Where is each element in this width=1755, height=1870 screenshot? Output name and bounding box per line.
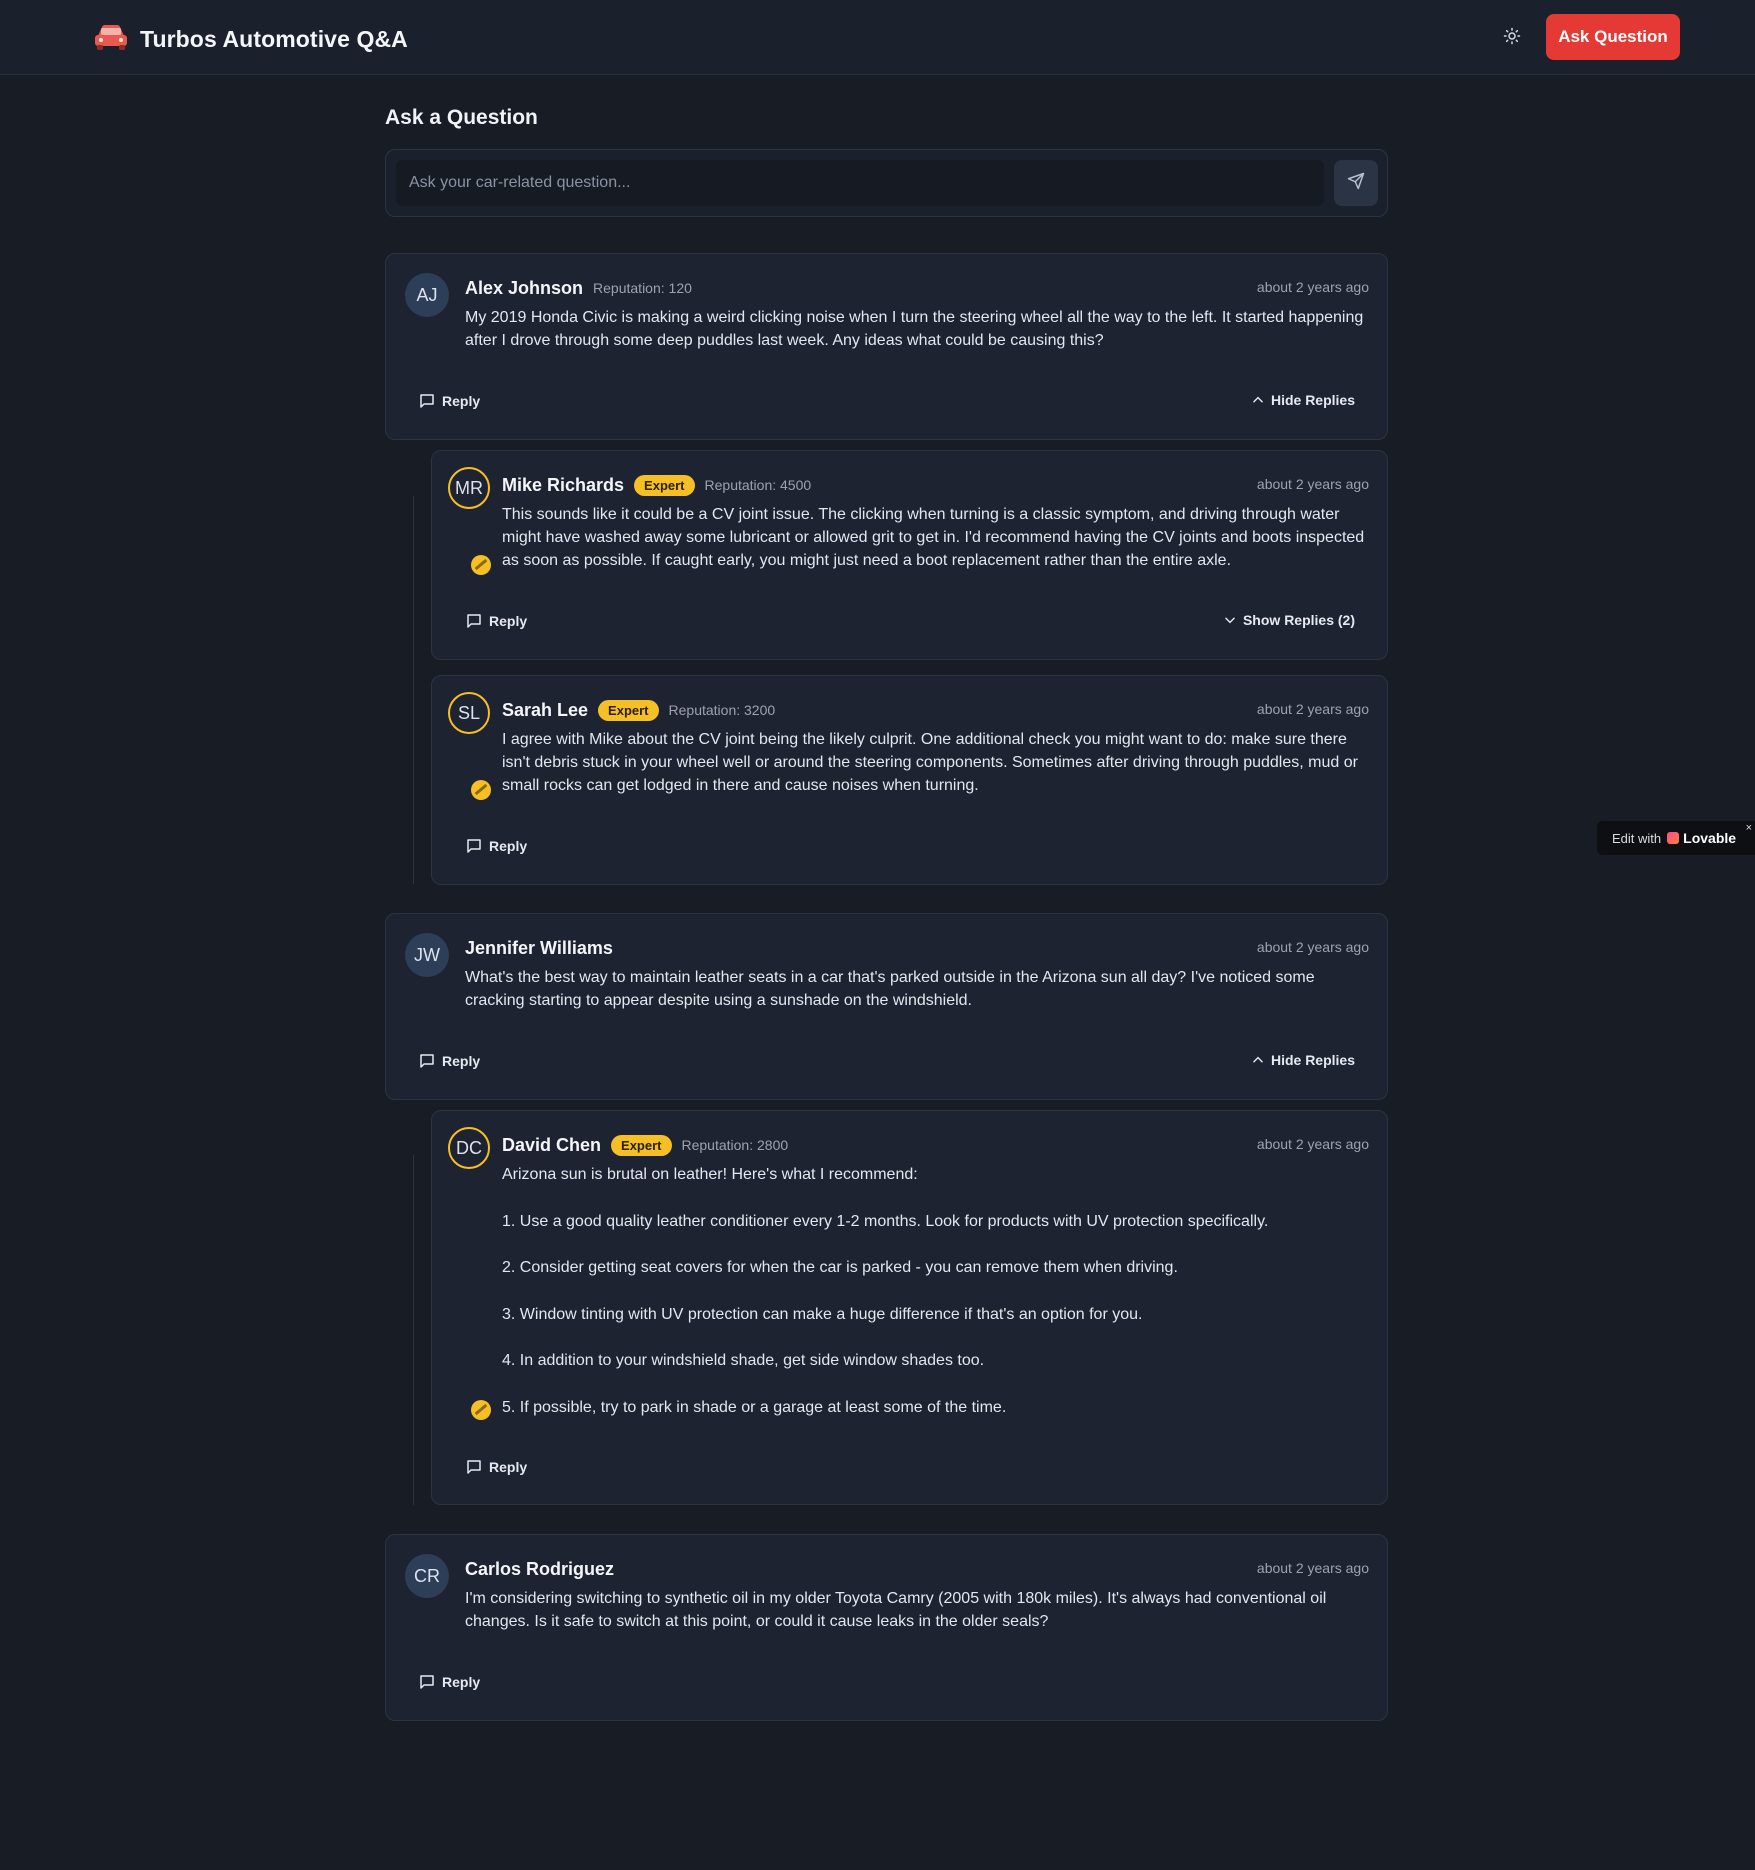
timestamp: about 2 years ago bbox=[1256, 701, 1369, 717]
timestamp: about 2 years ago bbox=[1256, 476, 1369, 492]
reply-card: MR Mike Richards Expert Reputation: 4500… bbox=[431, 450, 1388, 660]
author-row: Alex Johnson Reputation: 120 bbox=[465, 276, 692, 300]
reply-paragraph: 4. In addition to your windshield shade,… bbox=[502, 1352, 985, 1369]
send-icon bbox=[1347, 172, 1365, 195]
close-icon[interactable]: × bbox=[1746, 822, 1752, 834]
question-text: What's the best way to maintain leather … bbox=[465, 969, 1315, 1009]
author-name[interactable]: Alex Johnson bbox=[465, 278, 583, 299]
thread-line bbox=[413, 496, 414, 884]
thread-line bbox=[413, 1155, 414, 1505]
reply-paragraph: 1. Use a good quality leather conditione… bbox=[502, 1212, 1269, 1230]
expert-medal-icon bbox=[471, 555, 491, 575]
chevron-up-icon bbox=[1253, 396, 1263, 403]
reply-text: This sounds like it could be a CV joint … bbox=[502, 506, 1365, 569]
avatar: JW bbox=[405, 933, 449, 977]
expert-badge: Expert bbox=[598, 699, 659, 721]
timestamp: about 2 years ago bbox=[1256, 1136, 1369, 1152]
hide-replies-label: Hide Replies bbox=[1270, 1052, 1355, 1068]
message-icon bbox=[467, 1460, 481, 1474]
reply-button[interactable]: Reply bbox=[465, 612, 527, 630]
author-name[interactable]: David Chen bbox=[502, 1135, 601, 1156]
reply-label: Reply bbox=[442, 393, 481, 409]
author-name[interactable]: Mike Richards bbox=[502, 475, 624, 496]
timestamp: about 2 years ago bbox=[1256, 279, 1369, 295]
expert-badge: Expert bbox=[634, 474, 695, 496]
question-text: I'm considering switching to synthetic o… bbox=[465, 1590, 1327, 1630]
expert-medal-icon bbox=[471, 1400, 491, 1420]
reply-card: DC David Chen Expert Reputation: 2800 ab… bbox=[431, 1110, 1388, 1505]
message-icon bbox=[467, 839, 481, 853]
hide-replies-button[interactable]: Hide Replies bbox=[1251, 1052, 1355, 1068]
chevron-up-icon bbox=[1253, 1056, 1263, 1063]
avatar: MR bbox=[448, 467, 490, 509]
message-icon bbox=[420, 1054, 434, 1068]
reply-text: Arizona sun is brutal on leather! Here's… bbox=[502, 1163, 1369, 1419]
question-text: My 2019 Honda Civic is making a weird cl… bbox=[465, 309, 1364, 349]
chevron-down-icon bbox=[1225, 617, 1235, 624]
sun-icon bbox=[1503, 27, 1521, 50]
ask-question-button[interactable]: Ask Question bbox=[1546, 14, 1680, 60]
reputation: Reputation: 2800 bbox=[681, 1137, 789, 1153]
expert-badge: Expert bbox=[611, 1134, 672, 1156]
question-card: JW Jennifer Williams about 2 years ago W… bbox=[385, 913, 1388, 1100]
avatar: SL bbox=[448, 692, 490, 734]
ask-heading: Ask a Question bbox=[385, 106, 538, 129]
brand[interactable]: Turbos Automotive Q&A bbox=[92, 22, 408, 57]
lovable-heart-icon bbox=[1667, 832, 1680, 844]
app-title: Turbos Automotive Q&A bbox=[140, 26, 408, 52]
top-navbar: Turbos Automotive Q&A Ask Question bbox=[0, 0, 1755, 75]
avatar: AJ bbox=[405, 273, 449, 317]
reply-paragraph: 3. Window tinting with UV protection can… bbox=[502, 1305, 1143, 1323]
reply-button[interactable]: Reply bbox=[465, 1458, 527, 1476]
message-icon bbox=[420, 394, 434, 408]
reply-label: Reply bbox=[489, 1459, 528, 1475]
edit-with-lovable-badge[interactable]: Edit with Lovable × bbox=[1597, 821, 1755, 855]
reply-button[interactable]: Reply bbox=[418, 1673, 480, 1691]
reply-button[interactable]: Reply bbox=[418, 392, 480, 410]
author-row: Carlos Rodriguez bbox=[465, 1557, 614, 1581]
car-icon bbox=[92, 22, 130, 57]
author-name[interactable]: Jennifer Williams bbox=[465, 938, 613, 959]
author-row: Sarah Lee Expert Reputation: 3200 bbox=[502, 698, 775, 722]
reputation: Reputation: 3200 bbox=[668, 702, 776, 718]
reply-paragraph: 2. Consider getting seat covers for when… bbox=[502, 1259, 1178, 1276]
reply-text: I agree with Mike about the CV joint bei… bbox=[502, 731, 1358, 794]
author-row: Mike Richards Expert Reputation: 4500 bbox=[502, 473, 811, 497]
expert-medal-icon bbox=[471, 780, 491, 800]
hide-replies-label: Hide Replies bbox=[1270, 392, 1355, 408]
show-replies-button[interactable]: Show Replies (2) bbox=[1223, 612, 1355, 628]
author-name[interactable]: Sarah Lee bbox=[502, 700, 588, 721]
send-button[interactable] bbox=[1334, 160, 1378, 206]
message-icon bbox=[420, 1675, 434, 1689]
show-replies-label: Show Replies (2) bbox=[1242, 612, 1355, 628]
reputation: Reputation: 120 bbox=[593, 280, 692, 296]
reply-button[interactable]: Reply bbox=[465, 837, 527, 855]
question-card: AJ Alex Johnson Reputation: 120 about 2 … bbox=[385, 253, 1388, 440]
timestamp: about 2 years ago bbox=[1256, 939, 1369, 955]
reply-paragraph: 5. If possible, try to park in shade or … bbox=[502, 1398, 1007, 1416]
timestamp: about 2 years ago bbox=[1256, 1560, 1369, 1576]
reply-label: Reply bbox=[489, 838, 528, 854]
author-row: Jennifer Williams bbox=[465, 936, 613, 960]
avatar: DC bbox=[448, 1127, 490, 1169]
reply-button[interactable]: Reply bbox=[418, 1052, 480, 1070]
hide-replies-button[interactable]: Hide Replies bbox=[1251, 392, 1355, 408]
question-card: CR Carlos Rodriguez about 2 years ago I'… bbox=[385, 1534, 1388, 1721]
lovable-brand: Lovable bbox=[1683, 830, 1737, 846]
message-icon bbox=[467, 614, 481, 628]
reply-card: SL Sarah Lee Expert Reputation: 3200 abo… bbox=[431, 675, 1388, 885]
author-name[interactable]: Carlos Rodriguez bbox=[465, 1559, 614, 1580]
author-row: David Chen Expert Reputation: 2800 bbox=[502, 1133, 788, 1157]
reply-label: Reply bbox=[442, 1674, 481, 1690]
reputation: Reputation: 4500 bbox=[704, 477, 812, 493]
question-input[interactable] bbox=[396, 160, 1324, 206]
avatar: CR bbox=[405, 1554, 449, 1598]
edit-with-label: Edit with bbox=[1612, 830, 1662, 846]
theme-toggle-button[interactable] bbox=[1498, 24, 1526, 52]
reply-label: Reply bbox=[442, 1053, 481, 1069]
reply-label: Reply bbox=[489, 613, 528, 629]
ask-form bbox=[385, 149, 1388, 217]
reply-paragraph: Arizona sun is brutal on leather! Here's… bbox=[502, 1166, 918, 1183]
